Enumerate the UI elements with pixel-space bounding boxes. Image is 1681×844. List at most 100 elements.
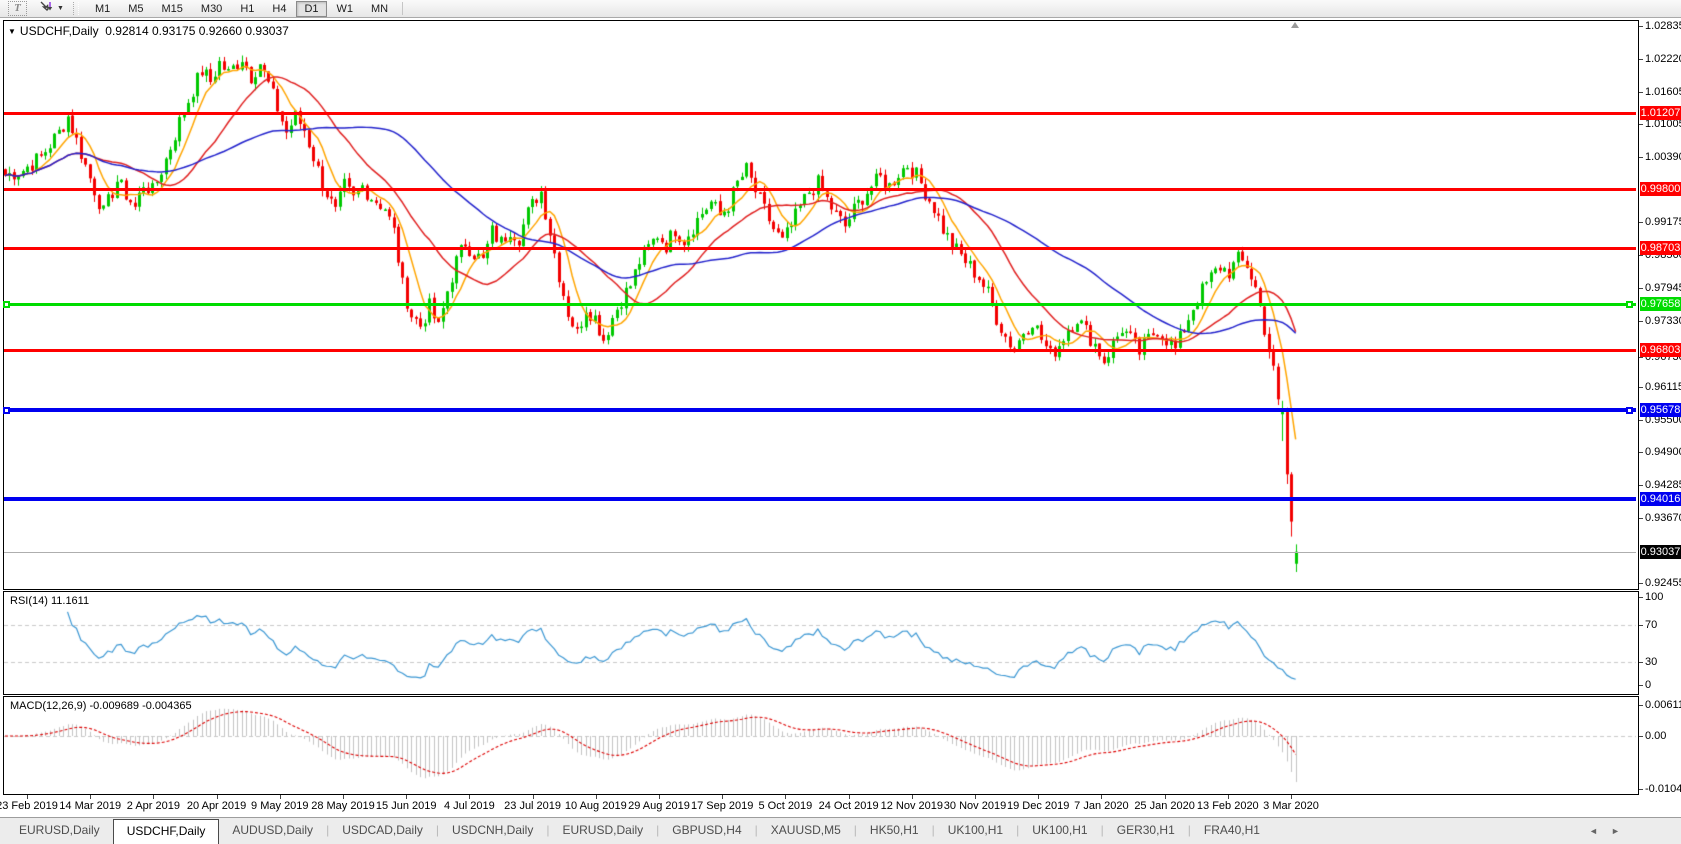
- date-axis-label: 14 Mar 2019: [59, 800, 121, 812]
- date-axis-tickmark: [596, 795, 597, 799]
- chart-tab-hk50-h1[interactable]: HK50,H1: [857, 818, 932, 844]
- chart-tab-eurusd-daily[interactable]: EURUSD,Daily: [549, 818, 656, 844]
- macd-canvas[interactable]: [4, 697, 1636, 792]
- date-axis-label: 3 Mar 2020: [1263, 800, 1319, 812]
- date-axis-label: 29 Aug 2019: [628, 800, 690, 812]
- price-badge-0.95678: 0.95678: [1640, 403, 1681, 417]
- indicator-axis-tickmark: [1639, 705, 1643, 706]
- date-axis-tickmark: [1038, 795, 1039, 799]
- horizontal-line-0.98703[interactable]: [4, 247, 1636, 250]
- price-axis-tick: 1.01605: [1645, 86, 1681, 98]
- price-axis-tickmark: [1639, 26, 1643, 27]
- timeframe-button-h1[interactable]: H1: [232, 1, 262, 17]
- chart-tab-gbpusd-h4[interactable]: GBPUSD,H4: [659, 818, 754, 844]
- date-axis-tickmark: [153, 795, 154, 799]
- price-badge-0.94016: 0.94016: [1640, 492, 1681, 506]
- line-handle-left[interactable]: [3, 407, 10, 414]
- tabs-scroll-right-icon[interactable]: ►: [1611, 826, 1620, 836]
- rsi-indicator-panel: [3, 591, 1639, 695]
- indicator-axis-tick: 100: [1645, 591, 1663, 603]
- timeframe-button-m1[interactable]: M1: [87, 1, 118, 17]
- indicator-axis-tick: 70: [1645, 619, 1657, 631]
- price-axis-tickmark: [1639, 387, 1643, 388]
- chart-tab-usdchf-daily[interactable]: USDCHF,Daily: [113, 819, 220, 844]
- chart-tab-eurusd-daily[interactable]: EURUSD,Daily: [6, 818, 113, 844]
- chart-tab-usdcad-daily[interactable]: USDCAD,Daily: [329, 818, 436, 844]
- date-axis-label: 23 Jul 2019: [504, 800, 561, 812]
- timeframe-button-d1[interactable]: D1: [296, 1, 326, 17]
- price-axis-tickmark: [1639, 485, 1643, 486]
- price-axis-tickmark: [1639, 124, 1643, 125]
- line-handle-right[interactable]: [1626, 407, 1633, 414]
- indicator-axis-tickmark: [1639, 597, 1643, 598]
- current-price-line: [4, 552, 1636, 553]
- price-axis-tick: 1.00390: [1645, 151, 1681, 163]
- chart-tab-uk100-h1[interactable]: UK100,H1: [935, 818, 1016, 844]
- rsi-value: 11.1611: [51, 595, 89, 607]
- price-axis-tickmark: [1639, 583, 1643, 584]
- chart-tab-xauusd-m5[interactable]: XAUUSD,M5: [758, 818, 854, 844]
- arrows-icon: [39, 0, 54, 18]
- indicator-axis-tick: 0.006115: [1645, 699, 1681, 711]
- indicator-axis-tickmark: [1639, 685, 1643, 686]
- text-label-tool-icon[interactable]: T: [8, 1, 27, 16]
- date-axis-label: 13 Feb 2020: [1197, 800, 1259, 812]
- date-axis-label: 19 Dec 2019: [1007, 800, 1069, 812]
- price-axis-tickmark: [1639, 420, 1643, 421]
- date-axis-tickmark: [785, 795, 786, 799]
- tabs-scroll-left-icon[interactable]: ◄: [1589, 826, 1598, 836]
- macd-label: MACD(12,26,9) -0.009689 -0.004365: [10, 700, 192, 712]
- timeframe-button-w1[interactable]: W1: [329, 1, 362, 17]
- price-badge-0.93037: 0.93037: [1640, 545, 1681, 559]
- horizontal-line-0.94016[interactable]: [4, 497, 1636, 501]
- chart-title: ▼ USDCHF,Daily 0.92814 0.93175 0.92660 0.…: [8, 24, 289, 38]
- price-badge-0.97658: 0.97658: [1640, 297, 1681, 311]
- rsi-canvas[interactable]: [4, 592, 1636, 692]
- chart-tab-usdcnh-daily[interactable]: USDCNH,Daily: [439, 818, 546, 844]
- chart-symbol-label: USDCHF,Daily: [20, 24, 99, 38]
- date-axis-label: 7 Jan 2020: [1074, 800, 1128, 812]
- chart-tab-uk100-h1[interactable]: UK100,H1: [1019, 818, 1100, 844]
- date-axis-label: 23 Feb 2019: [0, 800, 58, 812]
- timeframe-button-mn[interactable]: MN: [363, 1, 396, 17]
- price-axis-tickmark: [1639, 157, 1643, 158]
- horizontal-line-1.01207[interactable]: [4, 112, 1636, 115]
- date-axis-tickmark: [1228, 795, 1229, 799]
- horizontal-line-0.97658[interactable]: [4, 303, 1636, 306]
- macd-value: -0.009689: [89, 700, 139, 712]
- chart-tab-ger30-h1[interactable]: GER30,H1: [1104, 818, 1188, 844]
- price-axis-tick: 0.97945: [1645, 282, 1681, 294]
- timeframe-button-h4[interactable]: H4: [264, 1, 294, 17]
- date-axis-label: 24 Oct 2019: [819, 800, 879, 812]
- timeframe-button-m15[interactable]: M15: [154, 1, 191, 17]
- chevron-down-icon: ▼: [57, 5, 64, 12]
- horizontal-line-0.95678[interactable]: [4, 408, 1636, 412]
- date-axis-label: 25 Jan 2020: [1134, 800, 1195, 812]
- price-chart-panel: [3, 20, 1639, 590]
- horizontal-line-0.96803[interactable]: [4, 349, 1636, 352]
- chart-shift-marker-icon[interactable]: [1291, 22, 1299, 28]
- price-axis-tick: 0.99175: [1645, 216, 1681, 228]
- indicator-axis-tick: -0.010441: [1645, 783, 1681, 795]
- date-axis-label: 28 May 2019: [311, 800, 375, 812]
- chart-tab-audusd-daily[interactable]: AUDUSD,Daily: [219, 818, 326, 844]
- date-axis-tickmark: [90, 795, 91, 799]
- arrow-objects-tool[interactable]: ▼: [39, 2, 64, 16]
- chart-tab-fra40-h1[interactable]: FRA40,H1: [1191, 818, 1273, 844]
- price-axis-tickmark: [1639, 222, 1643, 223]
- date-axis-label: 4 Jul 2019: [444, 800, 495, 812]
- date-axis-label: 15 Jun 2019: [376, 800, 437, 812]
- date-axis-tickmark: [849, 795, 850, 799]
- timeframe-button-m5[interactable]: M5: [120, 1, 151, 17]
- price-axis-tick: 1.02220: [1645, 53, 1681, 65]
- price-axis-tick: 0.92455: [1645, 577, 1681, 589]
- indicator-axis-tick: 0: [1645, 679, 1651, 691]
- chart-collapse-icon[interactable]: ▼: [8, 27, 16, 36]
- chart-ohlc-values: 0.92814 0.93175 0.92660 0.93037: [105, 24, 289, 38]
- timeframe-button-m30[interactable]: M30: [193, 1, 230, 17]
- horizontal-line-0.99800[interactable]: [4, 188, 1636, 191]
- date-axis-label: 10 Aug 2019: [565, 800, 627, 812]
- line-handle-right[interactable]: [1626, 301, 1633, 308]
- line-handle-left[interactable]: [3, 301, 10, 308]
- price-badge-0.98703: 0.98703: [1640, 241, 1681, 255]
